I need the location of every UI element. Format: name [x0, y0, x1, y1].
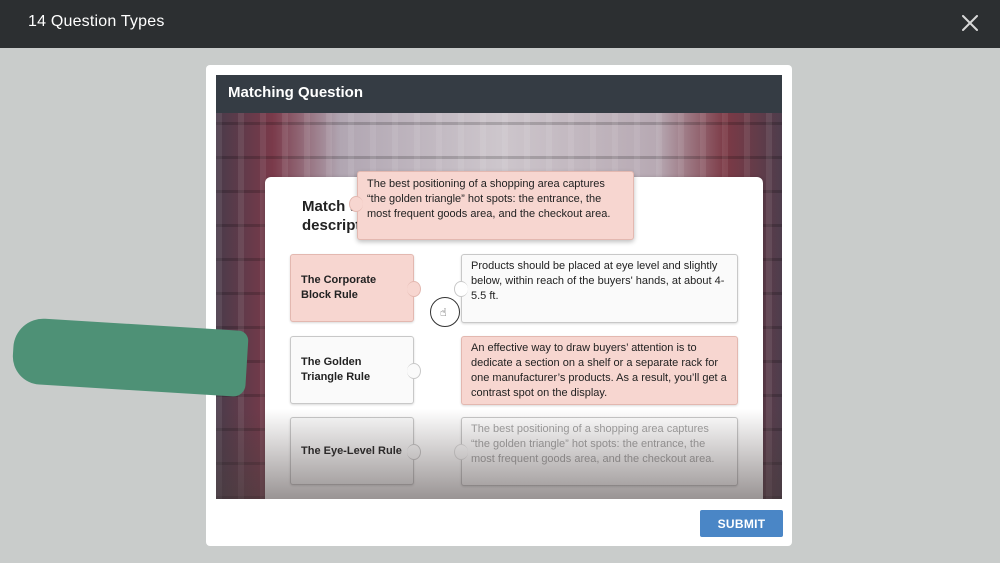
question-type-title: Matching Question [228, 84, 363, 101]
puzzle-connector [407, 281, 421, 297]
puzzle-connector [407, 444, 421, 460]
puzzle-connector [407, 363, 421, 379]
puzzle-socket [454, 281, 468, 297]
term-label: The Eye-Level Rule [301, 444, 402, 457]
definition-text: An effective way to draw buyers’ attenti… [471, 342, 727, 399]
definition-text: The best positioning of a shopping area … [367, 178, 611, 220]
title-bar: 14 Question Types [0, 0, 1000, 48]
puzzle-socket [454, 444, 468, 460]
window-title: 14 Question Types [28, 13, 165, 30]
definition-eye-level[interactable]: Products should be placed at eye level a… [454, 254, 738, 323]
definition-text: The best positioning of a shopping area … [471, 423, 715, 465]
term-label: The Corporate Block Rule [301, 274, 377, 301]
term-golden-triangle[interactable]: The Golden Triangle Rule [290, 336, 421, 404]
definition-golden-triangle-placeholder[interactable]: The best positioning of a shopping area … [454, 417, 738, 486]
close-button[interactable] [955, 8, 985, 38]
question-header: Matching Question [216, 75, 782, 113]
term-corporate-block[interactable]: The Corporate Block Rule [290, 254, 421, 322]
term-eye-level[interactable]: The Eye-Level Rule [290, 417, 421, 485]
cursor-highlight: ☝ [430, 297, 460, 327]
definition-text: Products should be placed at eye level a… [471, 260, 725, 302]
puzzle-socket [349, 196, 363, 212]
close-icon [962, 15, 978, 31]
submit-button[interactable]: SUBMIT [700, 510, 783, 537]
definition-corporate-block[interactable]: An effective way to draw buyers’ attenti… [461, 336, 738, 405]
question-frame: Matching Question Match the key merchand… [206, 65, 792, 546]
hand-cursor-icon: ☝ [440, 307, 447, 319]
term-label: The Golden Triangle Rule [301, 356, 371, 383]
annotation-highlight-stroke [11, 316, 249, 398]
dragged-definition-card[interactable]: The best positioning of a shopping area … [349, 171, 634, 240]
